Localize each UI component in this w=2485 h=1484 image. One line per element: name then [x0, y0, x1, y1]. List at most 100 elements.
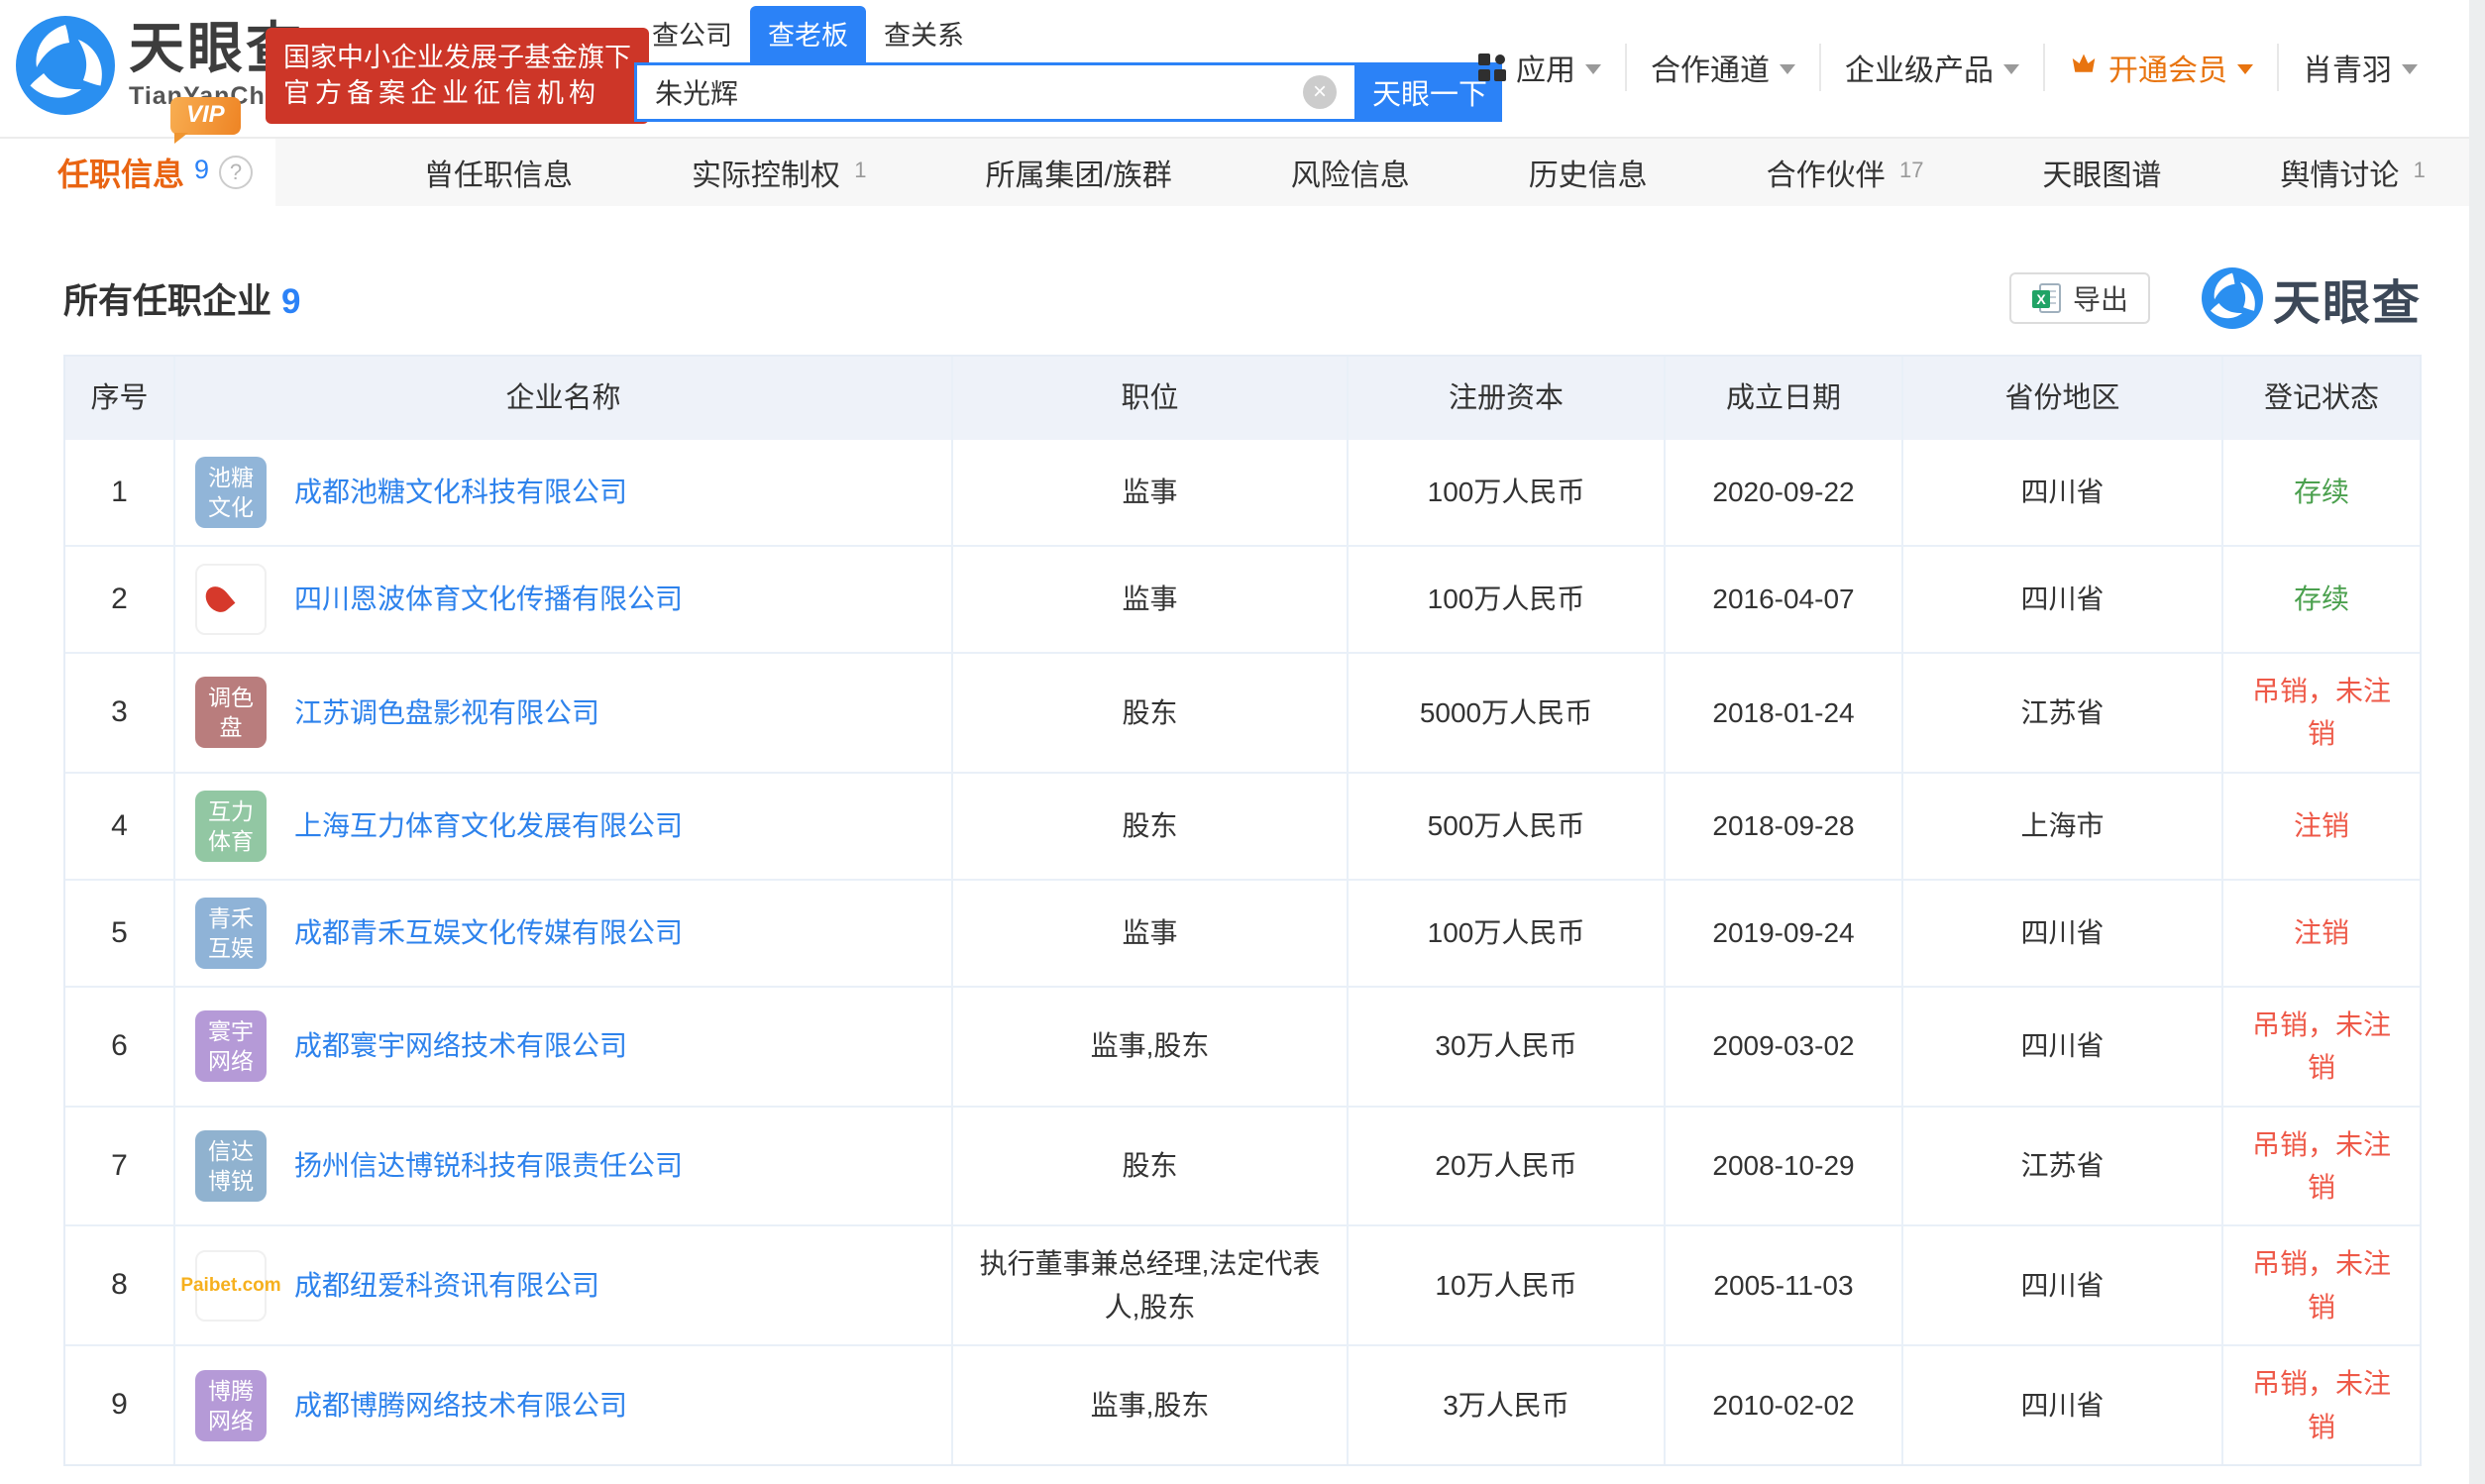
company-cell: 信达 博锐 扬州信达博锐科技有限责任公司 — [173, 1107, 951, 1225]
search-tab[interactable]: 查公司 — [634, 6, 750, 62]
status-cell: 吊销，未注销 — [2221, 1107, 2420, 1225]
row-index: 8 — [111, 1268, 128, 1302]
company-link[interactable]: 四川恩波体育文化传播有限公司 — [294, 578, 683, 620]
caret-down-icon — [2237, 64, 2253, 74]
page-tab[interactable]: 天眼图谱 — [2042, 151, 2161, 194]
province-cell: 四川省 — [1901, 440, 2221, 545]
top-right-nav: 应用 合作通道 企业级产品 开通会员 肖青羽 — [1455, 44, 2441, 91]
capital-cell: 3万人民币 — [1347, 1346, 1664, 1464]
page-tab-label: 风险信息 — [1290, 159, 1410, 192]
capital-cell: 500万人民币 — [1347, 773, 1664, 879]
page-tab-label: 历史信息 — [1528, 159, 1648, 192]
company-link[interactable]: 成都纽爱科资讯有限公司 — [294, 1264, 599, 1307]
company-cell: 互力 体育 上海互力体育文化发展有限公司 — [173, 773, 951, 879]
active-tab-label: 任职信息 — [57, 157, 185, 192]
top-nav-label: 应用 — [1516, 54, 1575, 87]
row-index: 2 — [111, 582, 128, 615]
top-nav-item[interactable]: 开通会员 — [2043, 44, 2277, 91]
company-link[interactable]: 上海互力体育文化发展有限公司 — [294, 804, 683, 847]
paibet-logo-text: Paibet.com — [180, 1274, 281, 1296]
page-tab[interactable]: 风险信息 — [1291, 151, 1410, 194]
province-cell: 江苏省 — [1901, 654, 2221, 772]
capital-cell: 100万人民币 — [1347, 880, 1664, 986]
company-logo: 池糖 文化 — [195, 457, 267, 528]
column-header: 成立日期 — [1664, 357, 1901, 440]
tab-renzhixinxi-active[interactable]: 任职信息 9 ? — [0, 139, 275, 206]
company-link[interactable]: 成都博腾网络技术有限公司 — [294, 1384, 627, 1427]
province-cell: 江苏省 — [1901, 1107, 2221, 1225]
page-tabs: 任职信息 9 ? 曾任职信息 实际控制权 1 所属集团/族群 风险信息 历史信息… — [0, 137, 2485, 206]
table-header: 序号 企业名称 职位 注册资本 成立日期 省份地区 登记状态 — [65, 357, 2420, 440]
province-cell: 上海市 — [1901, 773, 2221, 879]
company-cell: 寰宇 网络 成都寰宇网络技术有限公司 — [173, 987, 951, 1106]
table-row: 6 寰宇 网络 成都寰宇网络技术有限公司 监事,股东 30万人民币 2009-03… — [65, 987, 2420, 1108]
company-link[interactable]: 成都池糖文化科技有限公司 — [294, 471, 627, 513]
province-cell: 四川省 — [1901, 1226, 2221, 1345]
page-tab[interactable]: 合作伙伴 17 — [1767, 151, 1924, 194]
table-row: 8 Paibet.com 成都纽爱科资讯有限公司 执行董事兼总经理,法定代表人,… — [65, 1226, 2420, 1347]
top-nav-item[interactable]: 应用 — [1455, 44, 1625, 91]
top-nav-item[interactable]: 企业级产品 — [1819, 44, 2043, 91]
position-cell: 股东 — [951, 654, 1347, 772]
excel-icon: X — [2031, 283, 2061, 313]
caret-down-icon — [2003, 64, 2019, 74]
search-tab[interactable]: 查老板 — [750, 6, 866, 62]
company-logo: 互力 体育 — [195, 790, 267, 862]
company-logo — [195, 564, 267, 635]
company-link[interactable]: 成都青禾互娱文化传媒有限公司 — [294, 911, 683, 954]
search-input[interactable]: 朱光辉 × — [634, 62, 1357, 122]
row-index: 9 — [111, 1388, 128, 1422]
page-tab-label: 合作伙伴 — [1766, 159, 1886, 192]
province-cell: 四川省 — [1901, 987, 2221, 1106]
page-tab[interactable]: 舆情讨论 1 — [2280, 151, 2426, 194]
search-tabs: 查公司 查老板 查关系 — [634, 6, 1506, 62]
company-logo: 青禾 互娱 — [195, 897, 267, 969]
search-block: 查公司 查老板 查关系 朱光辉 × 天眼一下 — [634, 6, 1506, 122]
scrollbar[interactable] — [2469, 0, 2485, 1484]
company-link[interactable]: 成都寰宇网络技术有限公司 — [294, 1024, 627, 1067]
status-cell: 存续 — [2221, 440, 2420, 545]
status-cell: 吊销，未注销 — [2221, 654, 2420, 772]
page-tab[interactable]: 所属集团/族群 — [985, 151, 1171, 194]
column-header: 省份地区 — [1901, 357, 2221, 440]
enbo-logo-glyph — [200, 582, 236, 617]
date-cell: 2016-04-07 — [1664, 547, 1901, 652]
page-tab[interactable]: 实际控制权 1 — [692, 151, 867, 194]
date-cell: 2005-11-03 — [1664, 1226, 1901, 1345]
company-link[interactable]: 江苏调色盘影视有限公司 — [294, 691, 599, 734]
svg-text:X: X — [2036, 291, 2046, 307]
date-cell: 2009-03-02 — [1664, 987, 1901, 1106]
clear-icon[interactable]: × — [1303, 75, 1337, 109]
company-cell: Paibet.com 成都纽爱科资讯有限公司 — [173, 1226, 951, 1345]
company-cell: 四川恩波体育文化传播有限公司 — [173, 547, 951, 652]
status-cell: 吊销，未注销 — [2221, 987, 2420, 1106]
status-cell: 吊销，未注销 — [2221, 1346, 2420, 1464]
row-index: 4 — [111, 808, 128, 842]
column-header: 企业名称 — [173, 357, 951, 440]
company-cell: 博腾 网络 成都博腾网络技术有限公司 — [173, 1346, 951, 1464]
company-cell: 青禾 互娱 成都青禾互娱文化传媒有限公司 — [173, 880, 951, 986]
row-index: 6 — [111, 1028, 128, 1062]
company-logo: 寰宇 网络 — [195, 1010, 267, 1083]
company-cell: 池糖 文化 成都池糖文化科技有限公司 — [173, 440, 951, 545]
table-row: 3 调色盘 江苏调色盘影视有限公司 股东 5000万人民币 2018-01-24… — [65, 654, 2420, 774]
top-nav-item[interactable]: 肖青羽 — [2277, 44, 2441, 91]
company-logo: 调色盘 — [195, 677, 267, 749]
watermark-logo: 天眼查 — [2201, 264, 2422, 333]
question-icon[interactable]: ? — [219, 156, 254, 189]
caret-down-icon — [1780, 64, 1795, 74]
position-cell: 股东 — [951, 773, 1347, 879]
date-cell: 2008-10-29 — [1664, 1107, 1901, 1225]
positions-table: 序号 企业名称 职位 注册资本 成立日期 省份地区 登记状态 1 池糖 文化 成都池糖文化科技… — [63, 355, 2422, 1466]
page-tab[interactable]: 历史信息 — [1529, 151, 1648, 194]
company-link[interactable]: 扬州信达博锐科技有限责任公司 — [294, 1144, 683, 1187]
top-nav-item[interactable]: 合作通道 — [1625, 44, 1819, 91]
table-row: 7 信达 博锐 扬州信达博锐科技有限责任公司 股东 20万人民币 2008-10-… — [65, 1107, 2420, 1227]
position-cell: 执行董事兼总经理,法定代表人,股东 — [951, 1226, 1347, 1345]
column-header: 登记状态 — [2221, 357, 2420, 440]
search-tab[interactable]: 查关系 — [866, 6, 982, 62]
export-button[interactable]: X 导出 — [2008, 272, 2150, 324]
table-row: 1 池糖 文化 成都池糖文化科技有限公司 监事 100万人民币 2020-09-2… — [65, 440, 2420, 547]
table-body: 1 池糖 文化 成都池糖文化科技有限公司 监事 100万人民币 2020-09-2… — [65, 440, 2420, 1464]
page-tab[interactable]: 曾任职信息 — [424, 151, 573, 194]
